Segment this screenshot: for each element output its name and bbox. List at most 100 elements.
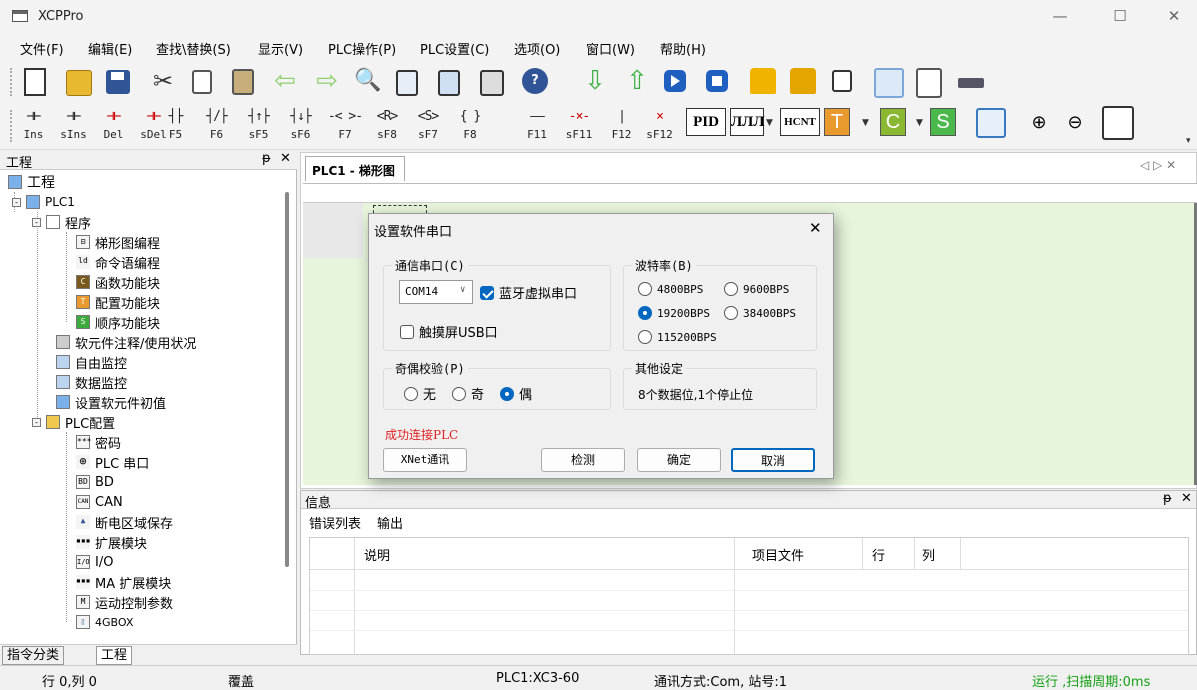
paste-icon[interactable] <box>232 69 254 95</box>
tree-item-ma-expansion[interactable]: ▪▪▪ MA 扩展模块 <box>76 572 171 592</box>
column-description[interactable]: 说明 <box>364 545 390 564</box>
tree-item-program[interactable]: - 程序 <box>32 212 91 232</box>
tree-item-plc-serial[interactable]: ⊕ PLC 串口 <box>76 452 149 472</box>
toolbar-overflow-icon[interactable]: ▾ <box>1186 136 1191 146</box>
zoom-in-icon[interactable]: ⊕ <box>1026 112 1052 138</box>
timer-button[interactable]: T <box>824 108 850 136</box>
find-binoculars-icon[interactable]: 🔍 <box>354 68 381 94</box>
baud-19200-radio[interactable]: 19200BPS <box>638 306 710 320</box>
ok-button[interactable]: 确定 <box>637 448 721 472</box>
help-icon[interactable]: ? <box>522 68 548 94</box>
tree-item-config-block[interactable]: T 配置功能块 <box>76 292 160 312</box>
bluetooth-checkbox[interactable]: 蓝牙虚拟串口 <box>480 283 577 302</box>
tree-item-ladder[interactable]: ⊟ 梯形图编程 <box>76 232 160 252</box>
tree-item-data-monitor[interactable]: 数据监控 <box>56 372 127 392</box>
tab-instruction-category[interactable]: 指令分类 <box>2 646 65 665</box>
ladder-btn-f5[interactable]: ┤├ F5 <box>162 106 189 146</box>
baud-115200-radio[interactable]: 115200BPS <box>638 330 717 344</box>
download-icon[interactable]: ⇩ <box>582 68 608 94</box>
cancel-button[interactable]: 取消 <box>731 448 815 472</box>
baud-38400-radio[interactable]: 38400BPS <box>724 306 796 320</box>
ladder-btn-sf6[interactable]: ┤↓├ sF6 <box>287 106 314 146</box>
minimize-button[interactable]: — <box>1037 0 1083 34</box>
cut-icon[interactable]: ✂ <box>150 68 176 94</box>
tree-item-bd[interactable]: BD BD <box>76 472 114 492</box>
ladder-btn-sf7[interactable]: <S> sF7 <box>410 106 446 146</box>
tree-item-plc-config[interactable]: - PLC配置 <box>32 412 115 432</box>
ladder-btn-ins[interactable]: ⊣⊢ Ins <box>20 106 47 146</box>
pid-button[interactable]: PID <box>686 108 726 136</box>
tree-item-sequence-block[interactable]: S 顺序功能块 <box>76 312 160 332</box>
menu-plc-operation[interactable]: PLC操作(P) <box>328 39 396 58</box>
ladder-btn-f12[interactable]: | F12 <box>608 106 635 146</box>
zoom-out-icon[interactable]: ⊖ <box>1062 112 1088 138</box>
menu-plc-settings[interactable]: PLC设置(C) <box>420 39 489 58</box>
tab-output[interactable]: 输出 <box>377 513 404 532</box>
tree-item-4gbox[interactable]: ▯ 4GBOX <box>76 612 133 632</box>
open-folder-icon[interactable] <box>66 70 92 96</box>
serial-port-icon[interactable] <box>958 78 984 88</box>
baud-9600-radio[interactable]: 9600BPS <box>724 282 789 296</box>
zoom-page-icon[interactable] <box>874 68 904 98</box>
dialog-close-button[interactable]: ✕ <box>809 219 822 237</box>
upload-icon[interactable]: ⇧ <box>624 68 650 94</box>
parity-odd-radio[interactable]: 奇 <box>452 384 484 403</box>
unlock-icon[interactable] <box>790 68 816 94</box>
tree-item-instruction[interactable]: ld 命令语编程 <box>76 252 160 272</box>
comment-toggle-icon[interactable] <box>976 108 1006 138</box>
lock-icon[interactable] <box>750 68 776 94</box>
menu-edit[interactable]: 编辑(E) <box>88 39 132 58</box>
list-icon[interactable] <box>438 70 460 96</box>
ladder-btn-del[interactable]: ⊣⊢ Del <box>100 106 127 146</box>
column-col[interactable]: 列 <box>922 545 935 564</box>
tree-item-plc1[interactable]: - PLC1 <box>12 192 75 212</box>
tree-item-power-off-retain[interactable]: ▲ 断电区域保存 <box>76 512 173 532</box>
doc-nav-icons[interactable]: ◁ ▷ ✕ <box>1140 158 1176 172</box>
touch-usb-checkbox[interactable]: 触摸屏USB口 <box>400 322 498 341</box>
xnet-button[interactable]: XNet通讯 <box>383 448 467 472</box>
ladder-btn-f8[interactable]: { } F8 <box>452 106 488 146</box>
tree-item-motion[interactable]: M 运动控制参数 <box>76 592 173 612</box>
parity-none-radio[interactable]: 无 <box>404 384 436 403</box>
close-icon[interactable]: ✕ <box>1181 491 1192 506</box>
back-arrow-icon[interactable]: ⇦ <box>272 68 298 94</box>
comm-port-select[interactable]: COM14 ∨ <box>399 280 473 304</box>
monitor-icon[interactable] <box>832 70 852 92</box>
ladder-btn-f11[interactable]: —— F11 <box>522 106 552 146</box>
forward-arrow-icon[interactable]: ⇨ <box>314 68 340 94</box>
detect-button[interactable]: 检测 <box>541 448 625 472</box>
timer-dropdown[interactable]: ▼ <box>862 118 869 128</box>
grid-layout-icon[interactable] <box>1102 106 1134 140</box>
tab-project[interactable]: 工程 <box>96 646 133 665</box>
menu-options[interactable]: 选项(O) <box>514 39 560 58</box>
tab-error-list[interactable]: 错误列表 <box>309 513 361 532</box>
project-pane-scrollbar[interactable] <box>285 192 289 567</box>
ladder-btn-sins[interactable]: ⊣⊢ sIns <box>60 106 87 146</box>
zoom-doc-icon[interactable] <box>916 68 942 98</box>
new-file-icon[interactable] <box>24 68 46 96</box>
tree-item-init-values[interactable]: 设置软元件初值 <box>56 392 166 412</box>
pin-icon[interactable]: ᵽ <box>1163 491 1172 506</box>
close-icon[interactable]: ✕ <box>280 151 291 166</box>
print-icon[interactable] <box>480 70 504 96</box>
tree-item-can[interactable]: CAN CAN <box>76 492 123 512</box>
ladder-btn-sf11[interactable]: -×- sF11 <box>564 106 594 146</box>
save-icon[interactable] <box>106 70 130 94</box>
pin-icon[interactable]: ᵽ <box>262 151 271 166</box>
tab-ladder-diagram[interactable]: PLC1 - 梯形图 <box>305 156 405 181</box>
menu-window[interactable]: 窗口(W) <box>586 39 635 58</box>
menu-find-replace[interactable]: 查找\替换(S) <box>156 39 231 58</box>
menu-view[interactable]: 显示(V) <box>258 39 303 58</box>
counter-button[interactable]: C <box>880 108 906 136</box>
copy-icon[interactable] <box>192 70 212 94</box>
column-row[interactable]: 行 <box>872 545 885 564</box>
ladder-btn-sf5[interactable]: ┤↑├ sF5 <box>245 106 272 146</box>
pulse-dropdown[interactable]: ▼ <box>766 118 773 128</box>
baud-4800-radio[interactable]: 4800BPS <box>638 282 703 296</box>
menu-file[interactable]: 文件(F) <box>20 39 64 58</box>
hcnt-button[interactable]: HCNT <box>780 108 820 136</box>
ladder-btn-f7[interactable]: -< >- F7 <box>327 106 363 146</box>
menu-help[interactable]: 帮助(H) <box>660 39 706 58</box>
document-icon[interactable] <box>396 70 418 96</box>
stop-icon[interactable] <box>706 70 728 92</box>
